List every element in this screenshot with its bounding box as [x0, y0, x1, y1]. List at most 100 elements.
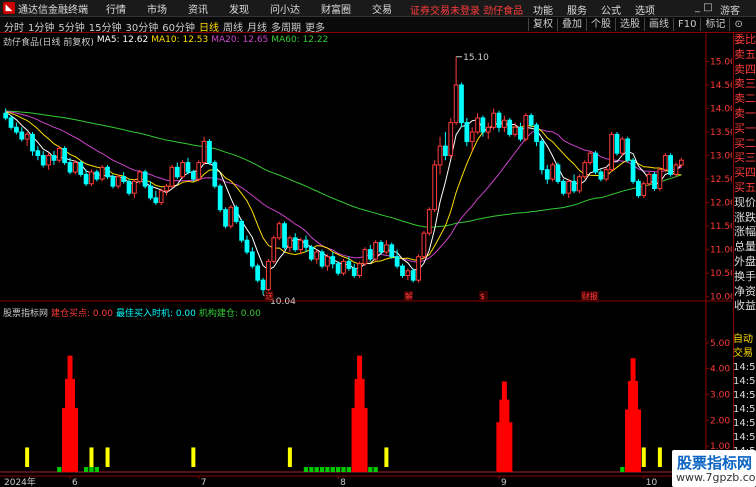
candle — [99, 164, 105, 182]
candle — [432, 160, 438, 212]
candle — [641, 181, 647, 198]
candle — [593, 150, 598, 175]
indicator-tick-label: 3.00 — [710, 390, 730, 400]
quote-field-label: 卖二 — [734, 92, 756, 106]
tool-screen[interactable]: 选股 — [615, 18, 644, 31]
candle — [319, 249, 325, 269]
tool-target-icon[interactable]: ⊙ — [729, 18, 746, 31]
quote-field-label: 买三 — [734, 151, 756, 165]
candle — [560, 179, 566, 196]
link-formula[interactable]: 公式 — [601, 2, 621, 17]
indicator-green-block — [309, 467, 314, 472]
event-marker[interactable]: $ — [480, 292, 485, 301]
tool-adjust[interactable]: 复权 — [528, 18, 557, 31]
period-tab-intraday[interactable]: 分时 — [4, 19, 24, 34]
indicator-name: 股票指标网 — [3, 309, 49, 319]
candle — [539, 139, 545, 175]
period-tab-5min[interactable]: 5分钟 — [58, 19, 84, 34]
candle-body — [614, 133, 620, 154]
candle-body — [73, 162, 78, 173]
candle-body — [657, 169, 663, 189]
menu-item-exchange[interactable]: 市场 — [147, 1, 167, 16]
candle — [89, 169, 94, 187]
candle-body — [228, 206, 234, 227]
candle-body — [99, 166, 105, 180]
indicator-green-block — [620, 467, 625, 472]
period-tab-30min[interactable]: 30分钟 — [125, 19, 158, 34]
menu-item-trade[interactable]: 交易 — [372, 1, 392, 16]
logo-icon: ◣ — [3, 2, 15, 14]
tool-stock[interactable]: 个股 — [586, 18, 615, 31]
candle — [335, 261, 341, 276]
stock-link[interactable]: 劲仔食品 — [483, 6, 523, 17]
candle-body — [303, 239, 309, 248]
candle-body — [341, 260, 346, 274]
auto-trade-label[interactable]: 交易 — [733, 347, 756, 361]
link-options[interactable]: 选项 — [635, 2, 655, 17]
chart-area[interactable]: 15.00 14.50 14.00 13.50 13.00 12.50 12.00 11.50… — [0, 33, 732, 487]
candle — [298, 237, 303, 255]
candle — [266, 259, 271, 292]
candle-body — [51, 155, 57, 161]
candle-body — [560, 180, 566, 194]
tool-overlay[interactable]: 叠加 — [557, 18, 586, 31]
period-tab-1min[interactable]: 1分钟 — [28, 19, 54, 34]
window-controls[interactable]: _ □ — [695, 2, 713, 13]
candle — [507, 117, 513, 137]
event-marker[interactable]: 解 — [405, 291, 413, 301]
candle — [544, 164, 550, 184]
tool-mark[interactable]: 标记 — [700, 18, 729, 31]
candle-body — [276, 223, 282, 239]
chart-tools: 复权 叠加 个股 选股 画线 F10 标记 ⊙ — [528, 18, 747, 31]
period-tab-60min[interactable]: 60分钟 — [162, 19, 195, 34]
login-notice[interactable]: 证券交易未登录 劲仔食品 — [410, 2, 523, 17]
quote-field-label: 换手 — [734, 269, 756, 283]
period-tab-more[interactable]: 更多 — [305, 19, 325, 34]
quote-field-label: 买五 — [734, 180, 756, 194]
candle — [389, 242, 395, 260]
candle-body — [357, 263, 362, 276]
event-marker[interactable]: 财报 — [582, 291, 598, 301]
trade-time: 14:50 — [733, 418, 756, 429]
candle — [351, 263, 357, 278]
event-marker[interactable]: 送 — [265, 291, 273, 301]
candle — [314, 249, 320, 264]
candle-body — [207, 140, 212, 164]
candle-body — [330, 256, 336, 265]
link-functions[interactable]: 功能 — [533, 2, 553, 17]
quote-field-label: 总量 — [734, 240, 756, 254]
candle — [164, 183, 169, 196]
menu-item-news[interactable]: 资讯 — [188, 1, 208, 16]
trade-time: 14:50 — [733, 362, 756, 373]
quote-field-label: 买一 — [734, 121, 756, 135]
tool-f10[interactable]: F10 — [673, 18, 700, 31]
menu-item-wealth[interactable]: 财富圈 — [321, 1, 351, 16]
candle — [614, 132, 620, 156]
indicator-yellow-bar — [105, 447, 110, 467]
menu-item-market[interactable]: 行情 — [106, 1, 126, 16]
candle — [330, 251, 336, 269]
period-tab-monthly[interactable]: 月线 — [247, 19, 267, 34]
tool-draw[interactable]: 画线 — [644, 18, 673, 31]
period-tab-15min[interactable]: 15分钟 — [89, 19, 122, 34]
period-tab-weekly[interactable]: 周线 — [223, 19, 243, 34]
menu-item-discover[interactable]: 发现 — [229, 1, 249, 16]
period-tab-daily[interactable]: 日线 — [199, 19, 219, 34]
candle-body — [148, 185, 153, 199]
candle — [271, 235, 277, 264]
guest-label[interactable]: 游客 — [720, 2, 740, 17]
candle-body — [384, 244, 389, 253]
candle-body — [201, 140, 207, 164]
candle — [378, 240, 384, 255]
candle — [619, 136, 625, 156]
candle — [83, 169, 89, 187]
candle-body — [528, 115, 534, 126]
auto-trade-label[interactable]: 自动 — [733, 333, 756, 347]
candle — [110, 174, 116, 189]
quote-field-label: 买二 — [734, 136, 756, 150]
period-tab-multi[interactable]: 多周期 — [271, 19, 301, 34]
menu-item-ask[interactable]: 问小达 — [270, 1, 300, 16]
link-services[interactable]: 服务 — [567, 2, 587, 17]
candle — [453, 56, 459, 125]
ma10-label: MA10: 12.53 — [151, 35, 209, 45]
